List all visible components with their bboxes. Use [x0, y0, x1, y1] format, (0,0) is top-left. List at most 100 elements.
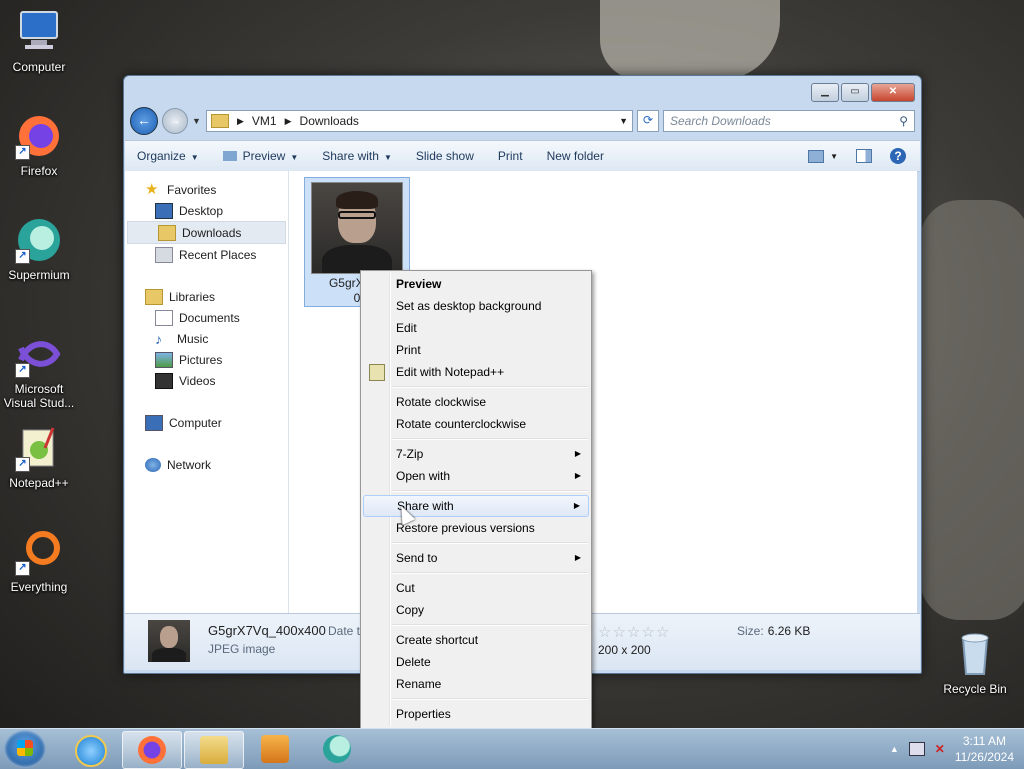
preview-button[interactable]: Preview ▼ — [211, 149, 311, 163]
address-bar-row: ← → ▼ ▶ VM1 ▶ Downloads ▼ ⟳ Search Downl… — [130, 106, 915, 136]
desktop-icon-visual-studio[interactable]: ↗ Microsoft Visual Stud... — [0, 330, 78, 410]
taskbar-supermium[interactable] — [308, 731, 366, 767]
search-input[interactable]: Search Downloads ⚲ — [663, 110, 915, 132]
help-icon[interactable]: ? — [890, 148, 906, 164]
menu-item-preview[interactable]: Preview — [363, 273, 589, 295]
nav-computer[interactable]: Computer — [125, 412, 288, 433]
menu-item-edit[interactable]: Edit — [363, 317, 589, 339]
notepadpp-icon — [369, 364, 385, 381]
menu-item-edit-with-notepadpp[interactable]: Edit with Notepad++ — [363, 361, 589, 383]
menu-item-send-to[interactable]: Send to ▶ — [363, 547, 589, 569]
print-button[interactable]: Print — [486, 149, 535, 163]
close-button[interactable]: ✕ — [871, 83, 915, 102]
taskbar-media-player[interactable] — [246, 731, 304, 767]
network-status-icon[interactable] — [908, 742, 925, 756]
menu-item-rotate-counterclockwise[interactable]: Rotate counterclockwise — [363, 413, 589, 435]
taskbar-explorer[interactable] — [184, 731, 244, 769]
rating-stars[interactable]: ☆☆☆☆☆ — [598, 623, 670, 641]
organize-label: Organize — [137, 149, 186, 163]
menu-item-restore-previous-versions[interactable]: Restore previous versions — [363, 517, 589, 539]
change-view-icon[interactable] — [808, 149, 825, 163]
desktop-icon-computer[interactable]: Computer — [0, 8, 78, 74]
libraries-icon — [145, 288, 163, 305]
desktop-icon-supermium[interactable]: ↗ Supermium — [0, 216, 78, 282]
desktop-icon-notepadpp[interactable]: ↗ Notepad++ — [0, 424, 78, 490]
menu-item-create-shortcut[interactable]: Create shortcut — [363, 629, 589, 651]
menu-separator — [392, 542, 588, 544]
share-with-button[interactable]: Share with ▼ — [310, 149, 404, 163]
nav-desktop[interactable]: Desktop — [125, 200, 288, 221]
desktop-icon-firefox[interactable]: ↗ Firefox — [0, 112, 78, 178]
menu-item-7zip[interactable]: 7-Zip ▶ — [363, 443, 589, 465]
menu-item-print[interactable]: Print — [363, 339, 589, 361]
clock-date: 11/26/2024 — [954, 750, 1014, 764]
command-bar: Organize ▼ Preview ▼ Share with ▼ Slide sho… — [125, 140, 920, 172]
maximize-button[interactable]: ▭ — [841, 83, 869, 102]
submenu-arrow-icon: ▶ — [574, 553, 581, 562]
organize-button[interactable]: Organize ▼ — [125, 149, 211, 163]
nav-recent-places[interactable]: Recent Places — [125, 244, 288, 265]
chevron-down-icon: ▼ — [383, 153, 392, 162]
details-dimensions: 200 x 200 — [598, 643, 651, 657]
chevron-down-icon: ▼ — [290, 153, 299, 162]
videos-icon — [155, 372, 173, 389]
share-with-label: Share with — [322, 149, 379, 163]
pictures-icon — [155, 351, 173, 368]
nav-favorites[interactable]: ★ Favorites — [125, 179, 288, 200]
menu-label: Edit with Notepad++ — [396, 365, 505, 379]
minimize-button[interactable]: ▁ — [811, 83, 839, 102]
desktop-icon-label: Recycle Bin — [943, 682, 1007, 696]
documents-icon — [155, 309, 173, 326]
nav-label: Pictures — [179, 352, 223, 367]
menu-item-properties[interactable]: Properties — [363, 703, 589, 725]
start-button[interactable] — [4, 730, 46, 768]
menu-item-delete[interactable]: Delete — [363, 651, 589, 673]
nav-libraries[interactable]: Libraries — [125, 286, 288, 307]
desktop-icon-recycle-bin[interactable]: Recycle Bin — [936, 630, 1014, 696]
menu-item-cut[interactable]: Cut — [363, 577, 589, 599]
breadcrumb-downloads[interactable]: Downloads — [300, 114, 359, 128]
nav-music[interactable]: ♪ Music — [125, 328, 288, 349]
firefox-icon: ↗ — [15, 112, 63, 160]
nav-videos[interactable]: Videos — [125, 370, 288, 391]
recent-pages-dropdown[interactable]: ▼ — [192, 116, 202, 126]
volume-muted-icon[interactable]: ✕ — [935, 742, 945, 756]
slide-show-button[interactable]: Slide show — [404, 149, 486, 163]
shortcut-arrow-icon: ↗ — [15, 363, 30, 378]
nav-label: Music — [177, 331, 209, 346]
preview-icon — [222, 151, 237, 161]
menu-item-rotate-clockwise[interactable]: Rotate clockwise — [363, 391, 589, 413]
nav-downloads[interactable]: Downloads — [127, 221, 286, 244]
new-folder-button[interactable]: New folder — [535, 149, 616, 163]
submenu-arrow-icon: ▶ — [573, 501, 580, 510]
menu-item-rename[interactable]: Rename — [363, 673, 589, 695]
taskbar-firefox[interactable] — [122, 731, 182, 769]
computer-icon — [145, 414, 163, 431]
forward-button[interactable]: → — [162, 108, 188, 134]
nav-label: Libraries — [169, 289, 216, 304]
navigation-pane: ★ Favorites Desktop Downloads Recent Plac… — [125, 171, 289, 613]
details-size: Size: 6.26 KB — [737, 624, 810, 638]
refresh-button[interactable]: ⟳ — [637, 110, 659, 132]
desktop-icon-everything[interactable]: ↗ Everything — [0, 528, 78, 594]
chevron-down-icon[interactable]: ▼ — [830, 152, 838, 161]
show-hidden-icons-icon[interactable]: ▲ — [890, 744, 899, 754]
nav-network[interactable]: Network — [125, 454, 288, 475]
details-file-type: JPEG image — [208, 642, 276, 656]
address-dropdown-icon[interactable]: ▼ — [619, 116, 628, 126]
star-icon: ★ — [145, 180, 159, 198]
address-field[interactable]: ▶ VM1 ▶ Downloads ▼ — [206, 110, 633, 132]
windows-logo-icon — [17, 740, 33, 756]
menu-item-copy[interactable]: Copy — [363, 599, 589, 621]
preview-pane-icon[interactable] — [856, 149, 872, 163]
nav-label: Network — [167, 457, 212, 472]
menu-item-open-with[interactable]: Open with ▶ — [363, 465, 589, 487]
nav-documents[interactable]: Documents — [125, 307, 288, 328]
menu-separator — [392, 386, 588, 388]
taskbar-internet-explorer[interactable] — [60, 731, 118, 767]
menu-item-set-desktop-background[interactable]: Set as desktop background — [363, 295, 589, 317]
clock[interactable]: 3:11 AM 11/26/2024 — [955, 733, 1014, 765]
breadcrumb-vm1[interactable]: VM1 — [252, 114, 277, 128]
back-button[interactable]: ← — [130, 107, 158, 135]
nav-pictures[interactable]: Pictures — [125, 349, 288, 370]
